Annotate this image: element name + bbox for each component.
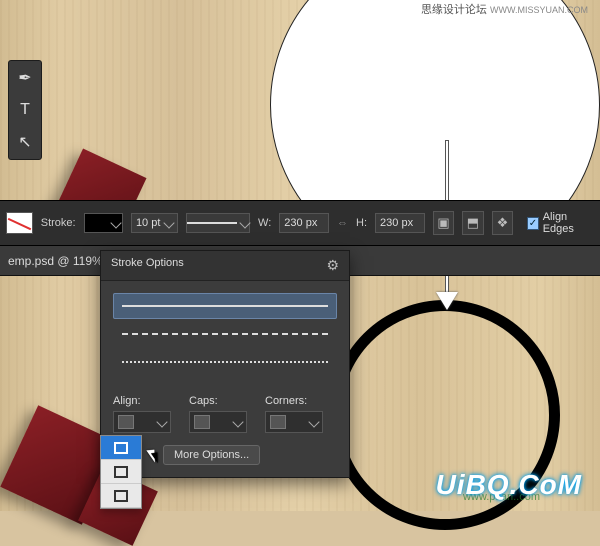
- chevron-down-icon: [239, 217, 250, 228]
- type-tool[interactable]: T: [12, 97, 38, 123]
- align-edges-label: Align Edges: [543, 211, 594, 235]
- stroke-options-title: Stroke Options: [111, 257, 184, 274]
- caps-label: Caps:: [189, 395, 247, 407]
- caps-dropdown[interactable]: [189, 411, 247, 433]
- toolbox: ✒ T ↖: [8, 60, 42, 160]
- path-options-button[interactable]: ❖: [492, 211, 513, 235]
- chevron-down-icon: [110, 217, 121, 228]
- link-wh-icon[interactable]: ⇔: [337, 217, 348, 229]
- width-label: W:: [258, 217, 271, 229]
- dotted-line-icon: [122, 361, 328, 363]
- width-field[interactable]: 230 px: [279, 213, 329, 233]
- watermark-top: 思缘设计论坛 WWW.MISSYUAN.COM: [421, 4, 588, 16]
- chevron-down-icon: [232, 416, 243, 427]
- pen-icon: ✒: [18, 68, 31, 88]
- path-arrange-button[interactable]: ⬒: [462, 211, 483, 235]
- stroke-label: Stroke:: [41, 217, 76, 229]
- annotation-arrow-head: [436, 292, 458, 310]
- align-option-inside[interactable]: [101, 436, 141, 460]
- align-outside-icon: [114, 490, 128, 502]
- align-flyout-menu: [100, 435, 142, 509]
- chevron-down-icon: [308, 416, 319, 427]
- stroke-color-chip[interactable]: [84, 213, 123, 233]
- stroke-style-dotted[interactable]: [113, 349, 337, 375]
- width-value: 230 px: [284, 217, 317, 229]
- chevron-down-icon: [156, 416, 167, 427]
- cap-butt-icon: [194, 415, 210, 429]
- stroke-style-dropdown[interactable]: [186, 213, 250, 233]
- align-dropdown[interactable]: [113, 411, 171, 433]
- arrow-icon: ↖: [18, 132, 31, 152]
- path-align-button[interactable]: ▣: [433, 211, 454, 235]
- align-option-outside[interactable]: [101, 484, 141, 508]
- stroke-style-solid[interactable]: [113, 293, 337, 319]
- height-value: 230 px: [380, 217, 413, 229]
- gear-icon[interactable]: ⚙: [326, 257, 339, 274]
- align-edges-checkbox[interactable]: ✓ Align Edges: [527, 211, 594, 235]
- stroke-style-dashed[interactable]: [113, 321, 337, 347]
- align-label: Align:: [113, 395, 171, 407]
- more-options-button[interactable]: More Options...: [163, 445, 260, 465]
- corner-miter-icon: [270, 415, 286, 429]
- height-field[interactable]: 230 px: [375, 213, 425, 233]
- solid-line-icon: [187, 222, 237, 224]
- align-inside-icon: [114, 442, 128, 454]
- watermark-logo: UiBQ.CoM: [436, 469, 582, 501]
- fill-swatch-nofill[interactable]: [6, 212, 33, 234]
- align-center-icon: [114, 466, 128, 478]
- solid-line-icon: [122, 305, 328, 307]
- corners-dropdown[interactable]: [265, 411, 323, 433]
- watermark-top-cn: 思缘设计论坛: [421, 4, 487, 16]
- height-label: H:: [356, 217, 367, 229]
- type-icon: T: [20, 101, 30, 119]
- chevron-down-icon: [163, 217, 174, 228]
- align-inside-icon: [118, 415, 134, 429]
- path-selection-tool[interactable]: ↖: [12, 129, 38, 155]
- stroke-width-field[interactable]: 10 pt: [131, 213, 178, 233]
- stroke-width-value: 10 pt: [136, 217, 160, 229]
- watermark-top-url: WWW.MISSYUAN.COM: [490, 5, 588, 15]
- options-bar: Stroke: 10 pt W: 230 px ⇔ H: 230 px ▣ ⬒ …: [0, 200, 600, 246]
- checkmark-icon: ✓: [527, 217, 539, 230]
- pen-tool[interactable]: ✒: [12, 65, 38, 91]
- dashed-line-icon: [122, 333, 328, 335]
- align-option-center[interactable]: [101, 460, 141, 484]
- corners-label: Corners:: [265, 395, 323, 407]
